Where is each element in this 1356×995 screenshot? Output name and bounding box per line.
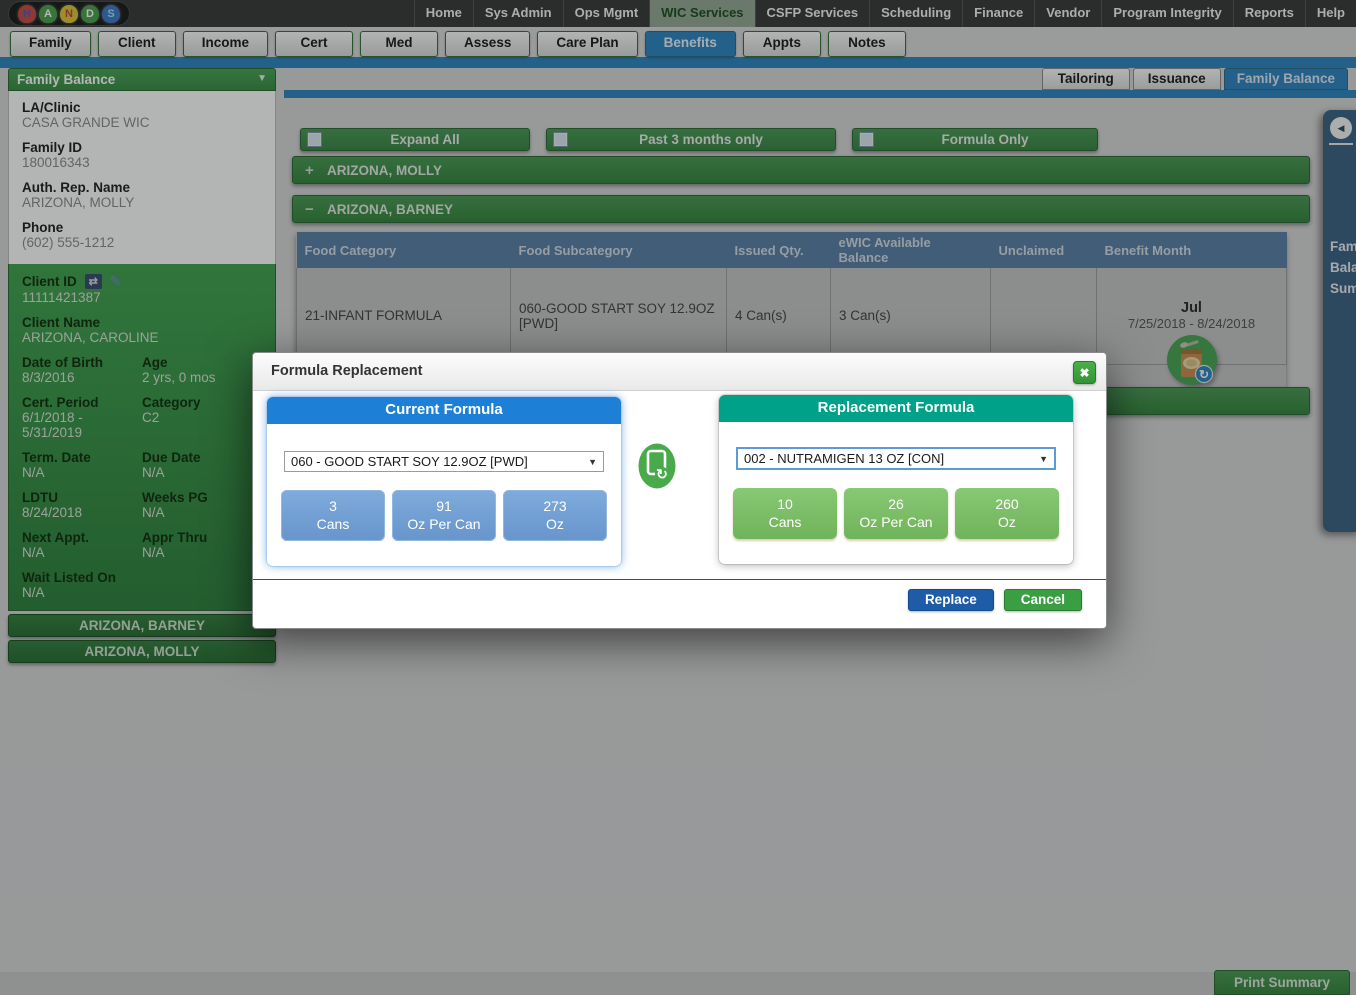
close-icon: ✖ <box>1079 366 1089 380</box>
replacement-oz-box: 260 Oz <box>955 488 1059 539</box>
stat-label: Oz Per Can <box>392 516 496 534</box>
stat-label: Oz <box>503 516 607 534</box>
stat-value: 3 <box>281 498 385 516</box>
stat-label: Cans <box>281 516 385 534</box>
replacement-formula-panel: Replacement Formula 002 - NUTRAMIGEN 13 … <box>719 395 1073 564</box>
formula-replacement-modal: Formula Replacement ✖ Current Formula 06… <box>252 352 1107 629</box>
modal-close-button[interactable]: ✖ <box>1073 361 1096 384</box>
current-formula-stats: 3 Cans 91 Oz Per Can 273 Oz <box>267 490 621 541</box>
stat-label: Cans <box>733 514 837 532</box>
stat-label: Oz <box>955 514 1059 532</box>
stat-value: 10 <box>733 496 837 514</box>
replacement-formula-selected-value: 002 - NUTRAMIGEN 13 OZ [CON] <box>744 451 1039 466</box>
current-formula-select[interactable]: 060 - GOOD START SOY 12.9OZ [PWD] ▼ <box>284 451 604 472</box>
modal-divider <box>253 579 1106 580</box>
cancel-button[interactable]: Cancel <box>1004 589 1082 611</box>
replacement-formula-stats: 10 Cans 26 Oz Per Can 260 Oz <box>719 488 1073 539</box>
svg-text:↻: ↻ <box>656 466 668 482</box>
replacement-cans-box: 10 Cans <box>733 488 837 539</box>
current-cans-box: 3 Cans <box>281 490 385 541</box>
replace-button[interactable]: Replace <box>908 589 994 611</box>
stat-value: 26 <box>844 496 948 514</box>
current-formula-panel: Current Formula 060 - GOOD START SOY 12.… <box>267 397 621 566</box>
current-formula-header: Current Formula <box>267 397 621 424</box>
replacement-formula-select[interactable]: 002 - NUTRAMIGEN 13 OZ [CON] ▼ <box>736 447 1056 470</box>
replacement-oz-per-can-box: 26 Oz Per Can <box>844 488 948 539</box>
current-oz-per-can-box: 91 Oz Per Can <box>392 490 496 541</box>
select-caret-icon: ▼ <box>588 457 597 467</box>
select-caret-icon: ▼ <box>1039 454 1048 464</box>
stat-label: Oz Per Can <box>844 514 948 532</box>
modal-title: Formula Replacement <box>253 353 1106 391</box>
current-oz-box: 273 Oz <box>503 490 607 541</box>
app-window: H A N D S Home Sys Admin Ops Mgmt WIC Se… <box>0 0 1356 995</box>
stat-value: 273 <box>503 498 607 516</box>
replacement-formula-header: Replacement Formula <box>719 395 1073 422</box>
modal-actions: Replace Cancel <box>908 589 1082 611</box>
stat-value: 91 <box>392 498 496 516</box>
swap-formula-icon: ↻ <box>638 443 676 489</box>
current-formula-selected-value: 060 - GOOD START SOY 12.9OZ [PWD] <box>291 454 588 469</box>
stat-value: 260 <box>955 496 1059 514</box>
